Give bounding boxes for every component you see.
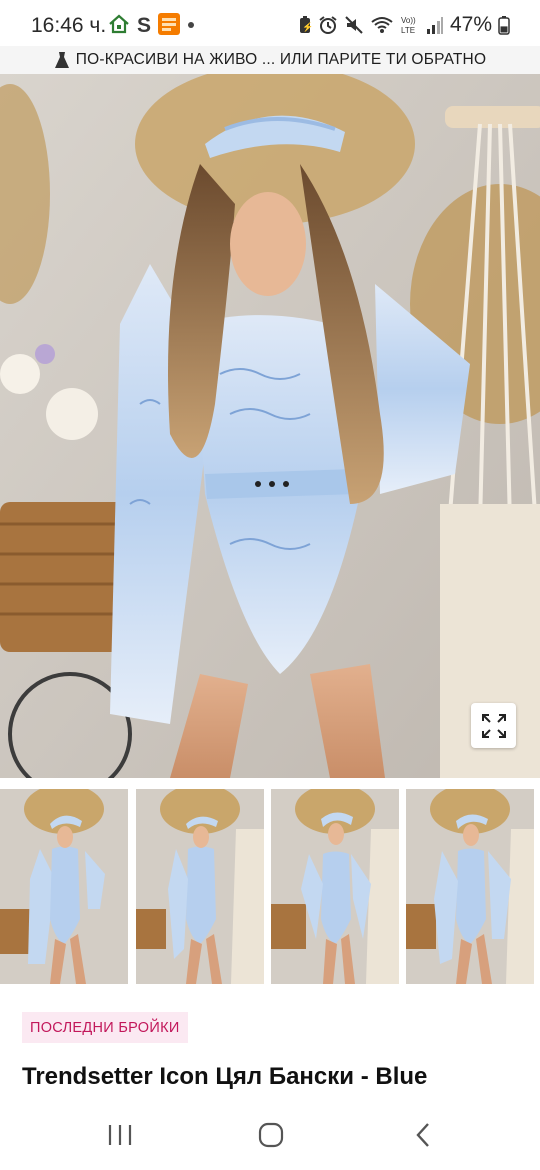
promo-banner[interactable]: ПО-КРАСИВИ НА ЖИВО ... ИЛИ ПАРИТЕ ТИ ОБР…: [0, 46, 540, 74]
stock-badge-label: ПОСЛЕДНИ БРОЙКИ: [30, 1019, 180, 1036]
thumbnail-strip: [0, 789, 540, 984]
product-main-image[interactable]: [0, 74, 540, 778]
mute-icon: [345, 16, 363, 34]
thumbnail-1[interactable]: [0, 789, 128, 984]
status-bar: 16:46 ч. S ⚡ Vo)) LTE 47%: [0, 0, 540, 46]
svg-text:LTE: LTE: [401, 26, 415, 35]
product-title: Trendsetter Icon Цял Бански - Blue: [22, 1063, 428, 1090]
thumbnail-2[interactable]: [136, 789, 264, 984]
battery-icon: [498, 16, 510, 35]
temu-app-icon: [158, 13, 180, 35]
back-button[interactable]: [403, 1118, 443, 1152]
status-time: 16:46 ч.: [31, 14, 107, 37]
alarm-icon: [319, 16, 337, 34]
expand-image-button[interactable]: [471, 703, 516, 748]
stock-badge: ПОСЛЕДНИ БРОЙКИ: [22, 1012, 188, 1043]
thumbnail-4[interactable]: [406, 789, 534, 984]
volte-icon: Vo))LTE: [401, 16, 416, 35]
home-icon: [258, 1122, 284, 1148]
battery-percent: 47%: [449, 13, 492, 36]
status-right-icons: ⚡ Vo)) LTE 47%: [298, 13, 510, 37]
s-app-icon: S: [137, 14, 151, 35]
back-icon: [416, 1123, 429, 1147]
svg-text:⚡: ⚡: [302, 21, 312, 33]
battery-saver-icon: ⚡: [299, 16, 312, 33]
svg-text:S: S: [137, 14, 151, 35]
expand-icon: [481, 713, 506, 738]
dot-icon: [188, 22, 194, 28]
dress-icon: [54, 52, 69, 68]
svg-text:Vo)): Vo)): [401, 16, 416, 25]
recent-apps-icon: [108, 1125, 132, 1145]
promo-text: ПО-КРАСИВИ НА ЖИВО ... ИЛИ ПАРИТЕ ТИ ОБР…: [75, 51, 487, 68]
status-left-icons: S: [108, 13, 196, 35]
thumbnail-3[interactable]: [271, 789, 399, 984]
wifi-icon: [371, 17, 393, 33]
recent-apps-button[interactable]: [100, 1118, 140, 1152]
system-nav-bar: [0, 1100, 540, 1170]
signal-icon: [426, 17, 443, 34]
home-button[interactable]: [251, 1118, 291, 1152]
home-icon: [109, 14, 129, 34]
